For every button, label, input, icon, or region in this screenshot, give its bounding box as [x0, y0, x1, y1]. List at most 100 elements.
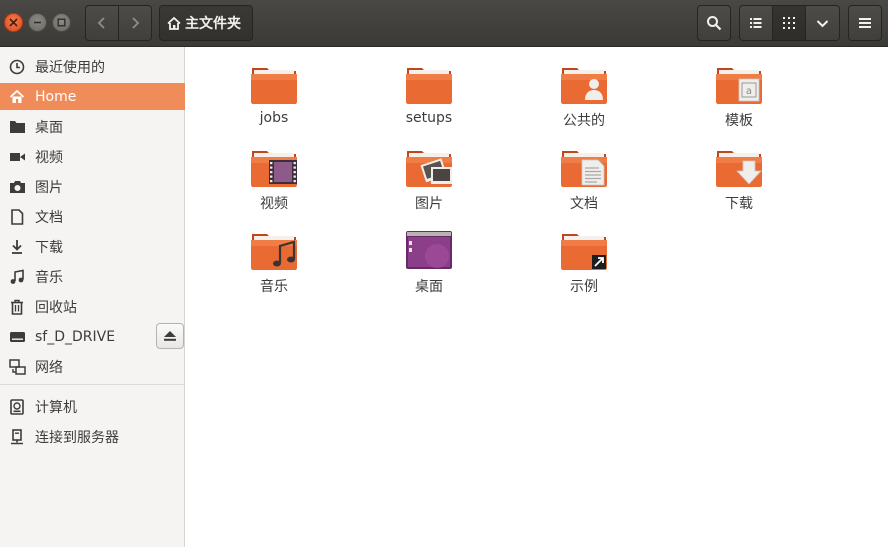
folder-item-downloads[interactable]: 下载: [684, 147, 794, 223]
folder-item-setups[interactable]: setups: [374, 64, 484, 140]
folder-label: setups: [405, 110, 453, 126]
sidebar-separator: [0, 384, 185, 385]
folder-item-videos[interactable]: 视频: [219, 147, 329, 223]
public-folder-icon: [560, 64, 608, 104]
music-folder-icon: [250, 230, 298, 270]
app-menu-button[interactable]: [848, 5, 882, 41]
folder-item-public[interactable]: 公共的: [529, 64, 639, 140]
back-arrow-icon: [97, 17, 105, 29]
folder-item-jobs[interactable]: jobs: [219, 64, 329, 140]
videos-folder-icon: [250, 147, 298, 187]
folder-label: 模板: [725, 113, 753, 129]
sidebar-item-sf-d-drive[interactable]: sf_D_DRIVE: [0, 323, 150, 350]
file-grid-view: jobs setups 公共的 a 模板 视频 图片 文档 下载 音乐 桌面 示…: [186, 47, 888, 547]
eject-icon: [164, 331, 176, 341]
close-window-button[interactable]: [4, 13, 23, 32]
header-bar: 主文件夹: [0, 0, 888, 47]
examples-folder-icon: [560, 230, 608, 270]
sidebar-item-videos[interactable]: 视频: [0, 143, 185, 170]
path-bar-home-button[interactable]: 主文件夹: [159, 5, 253, 41]
downloads-folder-icon: [715, 147, 763, 187]
folder-item-desktop[interactable]: 桌面: [374, 230, 484, 306]
sidebar-item-recent[interactable]: 最近使用的: [0, 53, 185, 80]
sidebar-item-label: 网络: [35, 359, 63, 376]
svg-text:a: a: [746, 86, 752, 97]
sidebar-item-downloads[interactable]: 下载: [0, 233, 185, 260]
sidebar-item-connect-to-server[interactable]: 连接到服务器: [0, 423, 185, 450]
sidebar-item-home[interactable]: Home: [0, 83, 185, 110]
chevron-down-icon: [816, 19, 829, 27]
sidebar-item-label: 图片: [35, 179, 63, 196]
video-icon: [8, 148, 26, 166]
sidebar-item-label: Home: [35, 88, 77, 105]
document-icon: [8, 208, 26, 226]
forward-arrow-icon: [132, 17, 140, 29]
folder-label: 下载: [725, 196, 753, 212]
maximize-window-button[interactable]: [52, 13, 71, 32]
minimize-icon: [34, 21, 41, 24]
search-icon: [707, 16, 722, 31]
sidebar-item-music[interactable]: 音乐: [0, 263, 185, 290]
sidebar-item-label: 回收站: [35, 299, 77, 316]
sidebar-item-label: 视频: [35, 149, 63, 166]
sidebar-item-label: 桌面: [35, 119, 63, 136]
minimize-window-button[interactable]: [28, 13, 47, 32]
computer-icon: [8, 398, 26, 416]
maximize-icon: [57, 18, 66, 27]
folder-icon: [8, 118, 26, 136]
list-view-icon: [750, 18, 762, 28]
folder-item-music[interactable]: 音乐: [219, 230, 329, 306]
pictures-folder-icon: [405, 147, 453, 187]
sidebar-item-desktop[interactable]: 桌面: [0, 113, 185, 140]
hamburger-menu-icon: [859, 18, 871, 28]
folder-label: 示例: [570, 279, 598, 295]
folder-item-examples[interactable]: 示例: [529, 230, 639, 306]
folder-label: 图片: [415, 196, 443, 212]
grid-view-icon: [783, 17, 795, 29]
search-button[interactable]: [697, 5, 731, 41]
grid-view-button[interactable]: [773, 6, 806, 40]
folder-icon: [405, 64, 453, 104]
navigation-group: [85, 5, 152, 41]
home-icon: [167, 16, 181, 30]
desktop-folder-icon: [405, 230, 453, 270]
camera-icon: [8, 178, 26, 196]
network-icon: [8, 358, 26, 376]
folder-icon: [250, 64, 298, 104]
folder-label: 音乐: [260, 279, 288, 295]
sidebar-item-network[interactable]: 网络: [0, 353, 185, 380]
list-view-button[interactable]: [740, 6, 773, 40]
trash-icon: [8, 298, 26, 316]
forward-button[interactable]: [119, 6, 152, 40]
folder-item-documents[interactable]: 文档: [529, 147, 639, 223]
folder-item-pictures[interactable]: 图片: [374, 147, 484, 223]
sidebar-item-label: 计算机: [35, 399, 77, 416]
close-icon: [9, 18, 18, 27]
folder-label: 视频: [260, 196, 288, 212]
drive-icon: [8, 328, 26, 346]
sidebar-item-label: 下载: [35, 239, 63, 256]
sidebar-item-label: 音乐: [35, 269, 63, 286]
back-button[interactable]: [86, 6, 119, 40]
templates-folder-icon: a: [715, 64, 763, 104]
sidebar-item-label: 连接到服务器: [35, 429, 119, 446]
sidebar-item-documents[interactable]: 文档: [0, 203, 185, 230]
sidebar-item-computer[interactable]: 计算机: [0, 393, 185, 420]
path-bar-label: 主文件夹: [185, 16, 241, 32]
sidebar-item-label: 最近使用的: [35, 59, 105, 76]
music-icon: [8, 268, 26, 286]
view-mode-group: [739, 5, 840, 41]
folder-label: jobs: [259, 110, 289, 126]
home-icon: [8, 88, 26, 106]
folder-label: 公共的: [563, 113, 605, 129]
folder-label: 桌面: [415, 279, 443, 295]
sidebar-item-trash[interactable]: 回收站: [0, 293, 185, 320]
folder-label: 文档: [570, 196, 598, 212]
view-options-dropdown[interactable]: [806, 6, 839, 40]
folder-item-templates[interactable]: a 模板: [684, 64, 794, 140]
eject-button[interactable]: [156, 323, 184, 349]
places-sidebar: 最近使用的 Home 桌面 视频 图片 文档 下载 音乐 回收站 sf_D_DR…: [0, 47, 185, 547]
sidebar-item-pictures[interactable]: 图片: [0, 173, 185, 200]
download-icon: [8, 238, 26, 256]
sidebar-item-label: sf_D_DRIVE: [35, 328, 116, 345]
